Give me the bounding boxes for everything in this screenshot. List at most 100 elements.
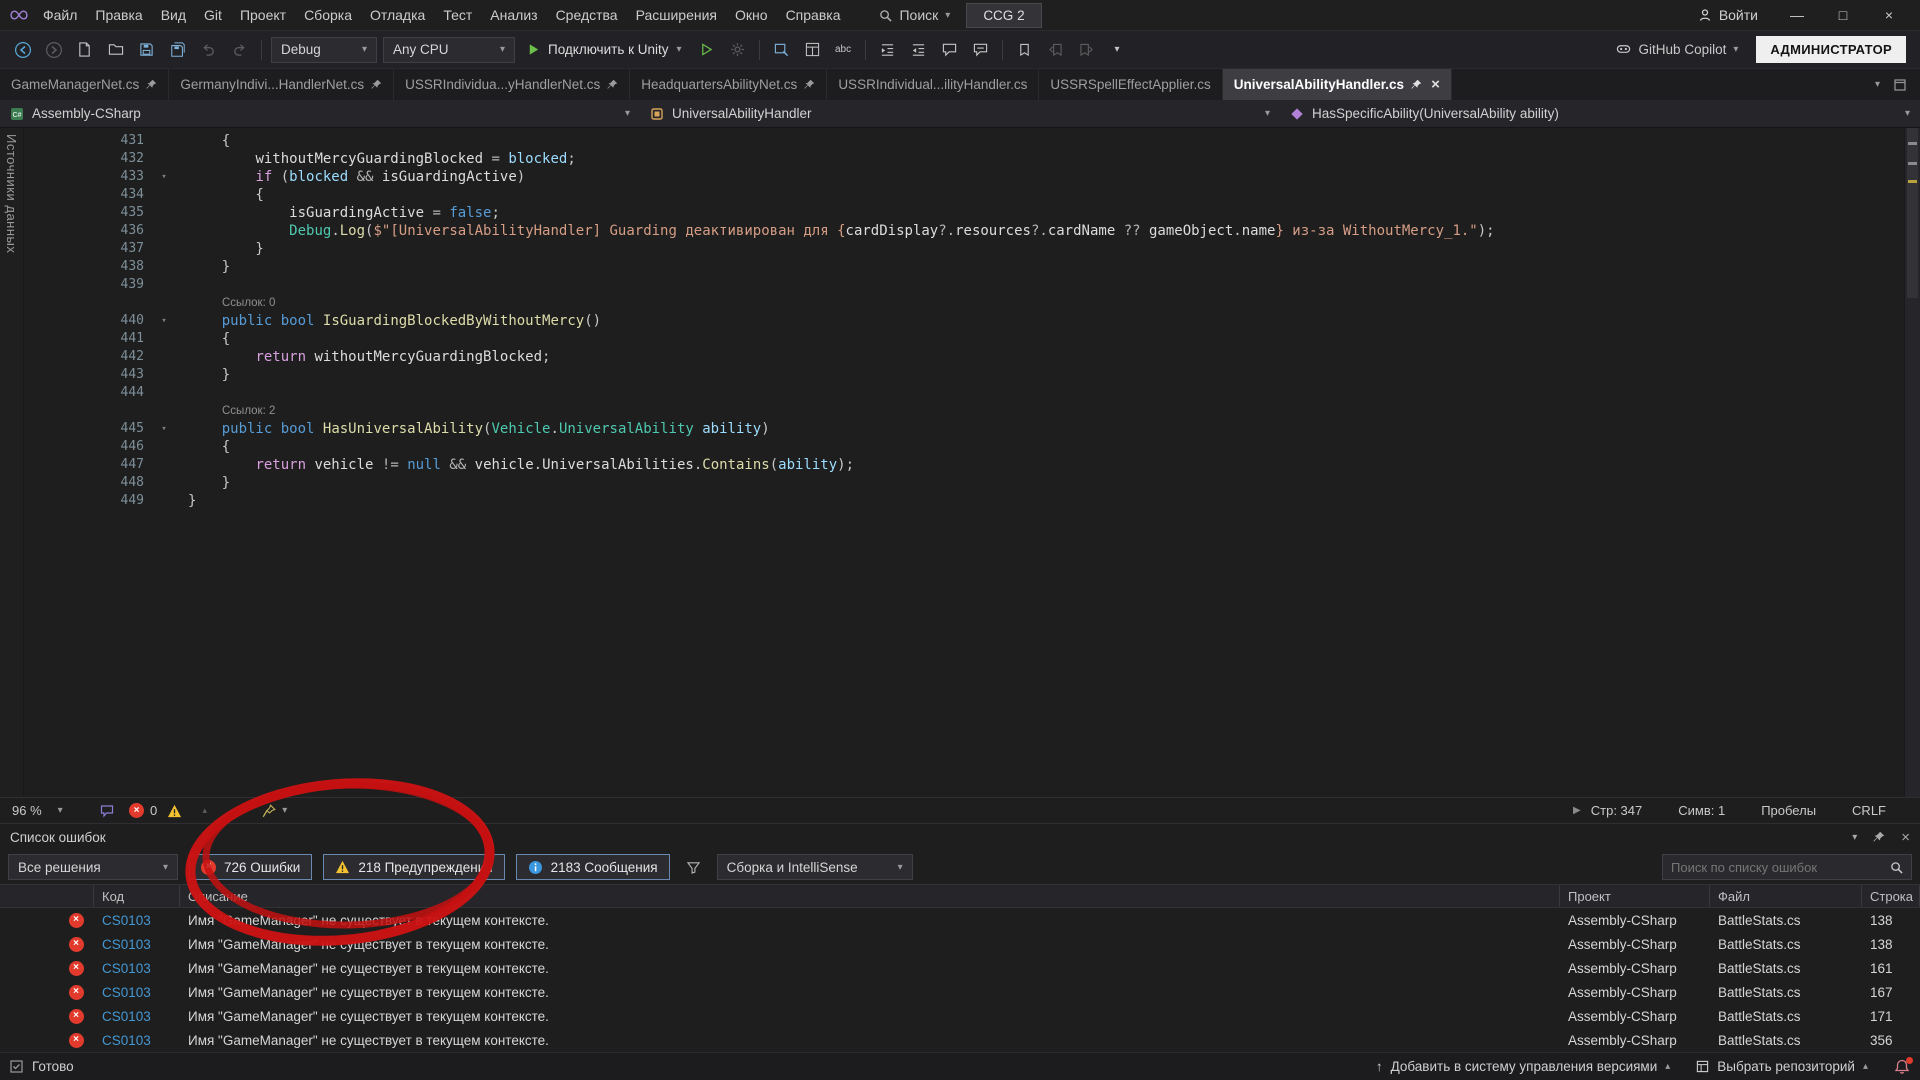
notifications-bell-icon[interactable] bbox=[1894, 1059, 1910, 1075]
undo-icon[interactable] bbox=[196, 37, 221, 62]
open-file-icon[interactable] bbox=[103, 37, 128, 62]
background-tasks-icon[interactable] bbox=[10, 1060, 23, 1073]
pin-icon[interactable] bbox=[804, 79, 815, 90]
show-whitespace-icon[interactable]: abc bbox=[831, 37, 856, 62]
start-without-debugging-icon[interactable] bbox=[694, 37, 719, 62]
column-line[interactable]: Строка bbox=[1862, 885, 1920, 907]
file-warnings-indicator[interactable] bbox=[167, 804, 182, 818]
fold-chevron-icon[interactable]: ▾ bbox=[154, 312, 174, 330]
redo-icon[interactable] bbox=[227, 37, 252, 62]
code-line[interactable]: 435 isGuardingActive = false; bbox=[24, 204, 1920, 222]
menu-view[interactable]: Вид bbox=[152, 2, 195, 28]
vertical-scrollbar[interactable] bbox=[1904, 128, 1920, 797]
doc-tab-4[interactable]: HeadquartersAbilityNet.cs bbox=[630, 69, 827, 100]
error-row[interactable]: ×CS0103Имя "GameManager" не существует в… bbox=[0, 1004, 1920, 1028]
warnings-filter-button[interactable]: 218 Предупреждения bbox=[323, 854, 504, 880]
platform-dropdown[interactable]: Any CPU▾ bbox=[383, 37, 515, 63]
settings-gear-icon[interactable] bbox=[725, 37, 750, 62]
code-line[interactable]: 442 return withoutMercyGuardingBlocked; bbox=[24, 348, 1920, 366]
menu-help[interactable]: Справка bbox=[777, 2, 850, 28]
column-file[interactable]: Файл bbox=[1710, 885, 1862, 907]
code-line[interactable]: 446 { bbox=[24, 438, 1920, 456]
maximize-button[interactable]: □ bbox=[1820, 0, 1866, 30]
tab-list-chevron-icon[interactable]: ▾ bbox=[1875, 79, 1880, 90]
next-issue-icon[interactable]: ▾ bbox=[227, 798, 252, 823]
toolbar-overflow-icon[interactable]: ▾ bbox=[1105, 37, 1130, 62]
line-indent-icon[interactable] bbox=[875, 37, 900, 62]
menu-edit[interactable]: Правка bbox=[86, 2, 151, 28]
status-eol[interactable]: CRLF bbox=[1852, 803, 1886, 818]
code-line[interactable]: 448 } bbox=[24, 474, 1920, 492]
scrollbar-thumb[interactable] bbox=[1907, 128, 1918, 298]
errors-filter-button[interactable]: × 726 Ошибки bbox=[189, 854, 312, 880]
feedback-icon[interactable] bbox=[94, 798, 119, 823]
code-line[interactable]: 436 Debug.Log($"[UniversalAbilityHandler… bbox=[24, 222, 1920, 240]
code-line[interactable]: 433▾ if (blocked && isGuardingActive) bbox=[24, 168, 1920, 186]
sign-in-button[interactable]: Войти bbox=[1698, 7, 1758, 23]
menu-file[interactable]: Файл bbox=[34, 2, 86, 28]
doc-tab-3[interactable]: USSRIndividua...yHandlerNet.cs bbox=[394, 69, 630, 100]
code-line[interactable]: 431 { bbox=[24, 132, 1920, 150]
error-row[interactable]: ×CS0103Имя "GameManager" не существует в… bbox=[0, 956, 1920, 980]
error-row[interactable]: ×CS0103Имя "GameManager" не существует в… bbox=[0, 932, 1920, 956]
code-line[interactable]: 432 withoutMercyGuardingBlocked = blocke… bbox=[24, 150, 1920, 168]
uncomment-icon[interactable] bbox=[968, 37, 993, 62]
github-copilot-button[interactable]: GitHub Copilot ▾ bbox=[1615, 42, 1739, 57]
menu-analysis[interactable]: Анализ bbox=[481, 2, 546, 28]
pin-icon[interactable] bbox=[371, 79, 382, 90]
doc-tab-7[interactable]: UniversalAbilityHandler.cs× bbox=[1223, 69, 1452, 100]
project-dropdown[interactable]: C# Assembly-CSharp ▾ bbox=[0, 100, 640, 127]
administrator-button[interactable]: АДМИНИСТРАТОР bbox=[1756, 36, 1906, 63]
pin-icon[interactable] bbox=[146, 79, 157, 90]
menu-debug[interactable]: Отладка bbox=[361, 2, 434, 28]
code-editor[interactable]: 431 {432 withoutMercyGuardingBlocked = b… bbox=[24, 128, 1920, 797]
error-row[interactable]: ×CS0103Имя "GameManager" не существует в… bbox=[0, 1028, 1920, 1052]
messages-filter-button[interactable]: 2183 Сообщения bbox=[516, 854, 670, 880]
code-line[interactable]: 447 return vehicle != null && vehicle.Un… bbox=[24, 456, 1920, 474]
menu-test[interactable]: Тест bbox=[434, 2, 481, 28]
add-to-source-control-button[interactable]: ↑ Добавить в систему управления версиями… bbox=[1376, 1059, 1670, 1074]
code-line[interactable]: 438 } bbox=[24, 258, 1920, 276]
fold-chevron-icon[interactable]: ▾ bbox=[154, 168, 174, 186]
error-search-input[interactable] bbox=[1671, 860, 1884, 875]
member-dropdown[interactable]: HasSpecificAbility(UniversalAbility abil… bbox=[1280, 100, 1920, 127]
menu-build[interactable]: Сборка bbox=[295, 2, 361, 28]
code-cleanup-button[interactable]: ▾ bbox=[262, 804, 287, 818]
doc-tab-2[interactable]: GermanyIndivi...HandlerNet.cs bbox=[169, 69, 394, 100]
save-all-icon[interactable] bbox=[165, 37, 190, 62]
hscroll-right-icon[interactable]: ▶ bbox=[1573, 805, 1581, 816]
panel-pin-icon[interactable] bbox=[1873, 831, 1885, 843]
menu-window[interactable]: Окно bbox=[726, 2, 777, 28]
error-row[interactable]: ×CS0103Имя "GameManager" не существует в… bbox=[0, 980, 1920, 1004]
code-line[interactable]: 434 { bbox=[24, 186, 1920, 204]
menu-project[interactable]: Проект bbox=[231, 2, 295, 28]
search-box[interactable]: Поиск ▾ bbox=[871, 4, 958, 26]
menu-extensions[interactable]: Расширения bbox=[627, 2, 726, 28]
next-bookmark-icon[interactable] bbox=[1074, 37, 1099, 62]
doc-tab-5[interactable]: USSRIndividual...ilityHandler.cs bbox=[827, 69, 1039, 100]
code-line[interactable]: 449} bbox=[24, 492, 1920, 510]
tab-close-icon[interactable]: × bbox=[1431, 76, 1440, 93]
pin-icon[interactable] bbox=[1411, 79, 1422, 90]
attach-to-unity-button[interactable]: Подключить к Unity ▾ bbox=[521, 42, 688, 57]
code-line[interactable]: 437 } bbox=[24, 240, 1920, 258]
float-window-icon[interactable] bbox=[1894, 79, 1906, 91]
fold-chevron-icon[interactable]: ▾ bbox=[154, 420, 174, 438]
zoom-dropdown[interactable]: 96 %▾ bbox=[8, 803, 84, 818]
comment-icon[interactable] bbox=[937, 37, 962, 62]
code-line[interactable]: 445▾ public bool HasUniversalAbility(Veh… bbox=[24, 420, 1920, 438]
source-filter-dropdown[interactable]: Сборка и IntelliSense▾ bbox=[717, 854, 913, 880]
prev-issue-icon[interactable]: ▴ bbox=[192, 798, 217, 823]
code-line[interactable]: 444 bbox=[24, 384, 1920, 402]
code-line[interactable]: 441 { bbox=[24, 330, 1920, 348]
close-button[interactable]: × bbox=[1866, 0, 1912, 30]
pin-icon[interactable] bbox=[607, 79, 618, 90]
code-line[interactable]: 439 bbox=[24, 276, 1920, 294]
select-repository-button[interactable]: Выбрать репозиторий ▴ bbox=[1696, 1059, 1868, 1074]
search-icon[interactable] bbox=[1890, 861, 1903, 874]
navigate-forward-icon[interactable] bbox=[41, 37, 66, 62]
filter-icon[interactable] bbox=[681, 855, 706, 880]
doc-tab-6[interactable]: USSRSpellEffectApplier.cs bbox=[1039, 69, 1222, 100]
panel-menu-chevron-icon[interactable]: ▾ bbox=[1852, 832, 1857, 843]
line-outdent-icon[interactable] bbox=[906, 37, 931, 62]
